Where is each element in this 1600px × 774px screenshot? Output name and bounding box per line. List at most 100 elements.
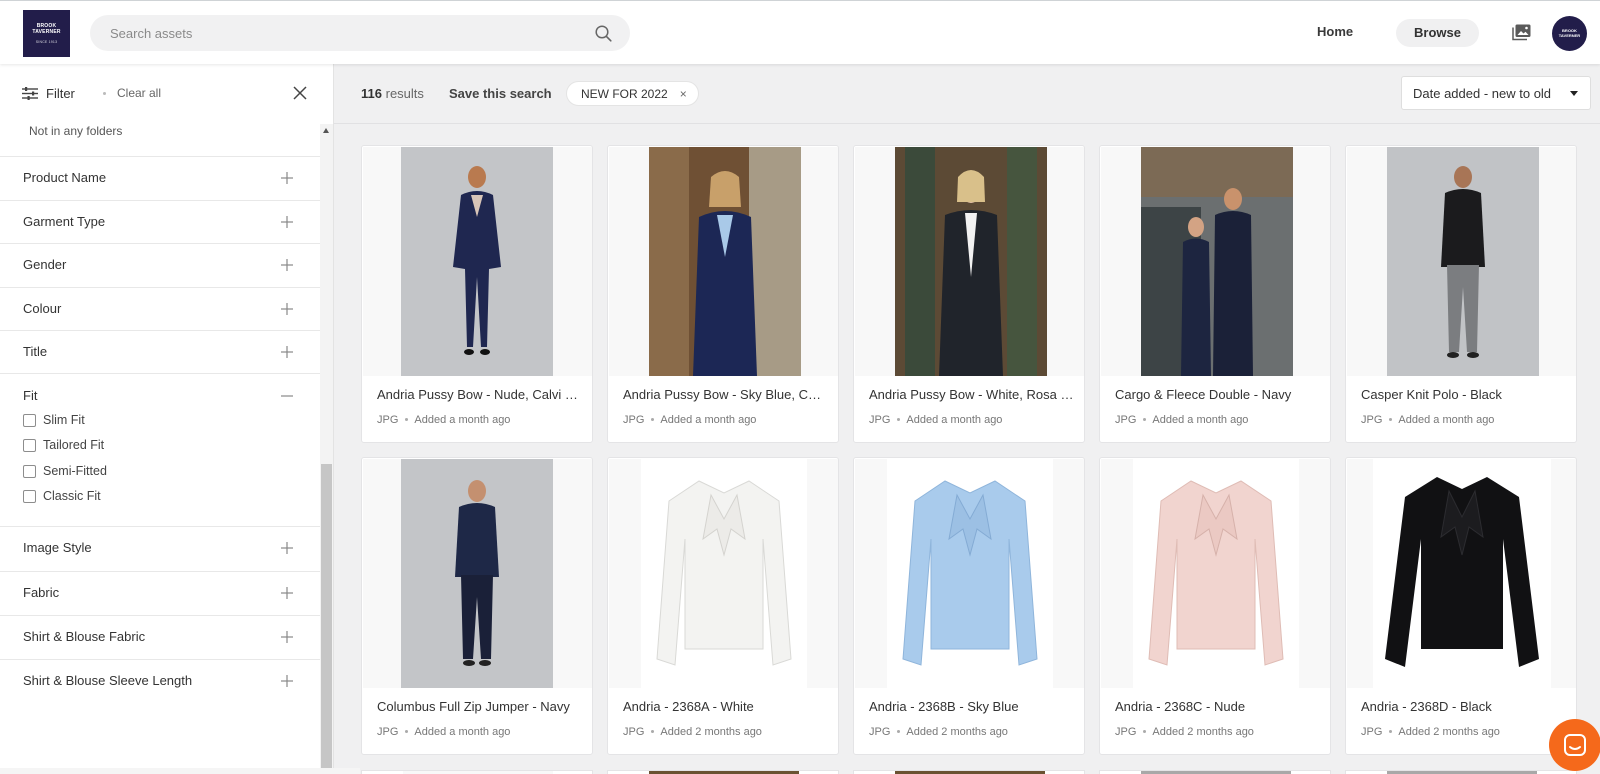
asset-card[interactable]: Andria - 2368C - Nude JPG Added 2 months … [1099,457,1331,755]
scrollbar-thumb[interactable] [321,464,332,774]
asset-thumbnail [363,147,592,376]
asset-added: Added 2 months ago [1152,726,1254,738]
asset-thumbnail [609,147,838,376]
asset-meta: JPG Added a month ago [1115,414,1248,426]
nav-home-link[interactable]: Home [1317,24,1353,39]
asset-meta: JPG Added a month ago [377,414,510,426]
brand-logo[interactable]: BROOK TAVERNER SINCE 1913 [23,10,70,57]
search-icon[interactable] [595,25,612,42]
asset-format: JPG [1361,726,1383,738]
facet-label: Product Name [23,170,107,185]
model-sky-blue-bow-image [649,147,801,376]
checkbox[interactable] [23,439,36,452]
separator-dot [1143,417,1147,421]
asset-card-partial[interactable] [607,770,839,774]
separator-dot [1143,729,1147,733]
facet-colour[interactable]: Colour [0,287,320,331]
asset-added: Added a month ago [1398,414,1495,426]
results-label: results [385,86,424,101]
active-filter-chip[interactable]: NEW FOR 2022 × [566,81,699,106]
asset-card-partial[interactable] [853,770,1085,774]
asset-format: JPG [1115,414,1137,426]
checkbox[interactable] [23,414,36,427]
asset-card[interactable]: Andria - 2368B - Sky Blue JPG Added 2 mon… [853,457,1085,755]
asset-card[interactable]: Casper Knit Polo - Black JPG Added a mont… [1345,145,1577,443]
facet-title[interactable]: Title [0,330,320,374]
asset-card[interactable]: Cargo & Fleece Double - Navy JPG Added a … [1099,145,1331,443]
sidebar-scrollbar[interactable] [320,124,333,774]
facet-product-name[interactable]: Product Name [0,156,320,200]
facet-fabric[interactable]: Fabric [0,571,320,615]
asset-meta: JPG Added 2 months ago [1115,726,1254,738]
blouse-black-image [1373,459,1551,688]
asset-thumbnail [609,459,838,688]
asset-meta: JPG Added a month ago [869,414,1002,426]
search-input[interactable] [110,15,570,51]
gallery-icon[interactable] [1512,24,1531,41]
separator-dot [651,729,655,733]
model-black-polo-image [1387,147,1539,376]
asset-title: Andria - 2368D - Black [1361,699,1492,714]
asset-card-partial[interactable] [1099,770,1331,774]
facet-label: Fit [23,388,38,403]
plus-icon [281,216,293,228]
asset-format: JPG [377,414,399,426]
facet-shirt-blouse-sleeve-length[interactable]: Shirt & Blouse Sleeve Length [0,659,320,703]
asset-meta: JPG Added 2 months ago [623,726,762,738]
asset-card[interactable]: Andria Pussy Bow - Nude, Calvi J... JPG A… [361,145,593,443]
asset-title: Andria - 2368A - White [623,699,754,714]
separator-dot [897,729,901,733]
chip-label: NEW FOR 2022 [581,87,668,101]
filter-header: Filter Clear all [0,64,320,124]
asset-card[interactable]: Columbus Full Zip Jumper - Navy JPG Added… [361,457,593,755]
asset-meta: JPG Added a month ago [377,726,510,738]
asset-added: Added 2 months ago [1398,726,1500,738]
asset-title: Andria - 2368B - Sky Blue [869,699,1019,714]
user-avatar[interactable]: BROOK TAVERNER [1552,16,1587,51]
asset-thumbnail [363,459,592,688]
facet-label: Title [23,344,48,359]
facet-image-style[interactable]: Image Style [0,526,320,570]
clear-all-link[interactable]: Clear all [117,86,161,100]
facet-garment-type[interactable]: Garment Type [0,200,320,244]
asset-card[interactable]: Andria - 2368A - White JPG Added 2 months… [607,457,839,755]
filter-label: Filter [46,86,75,101]
asset-format: JPG [869,726,891,738]
asset-card[interactable]: Andria Pussy Bow - White, Rosa J... JPG A… [853,145,1085,443]
checkbox-label: Tailored Fit [43,438,105,452]
browser-status-bar [0,768,360,774]
scroll-up-arrow-icon[interactable] [323,128,329,133]
asset-added: Added a month ago [1152,414,1249,426]
checkbox[interactable] [23,465,36,478]
separator-dot [405,417,409,421]
checkbox[interactable] [23,490,36,503]
chat-launcher-button[interactable] [1549,719,1600,771]
facet-fit[interactable]: Fit [0,374,320,418]
asset-format: JPG [869,414,891,426]
save-search-button[interactable]: Save this search [449,86,552,101]
logo-subtext: SINCE 1913 [35,40,58,44]
asset-added: Added a month ago [414,414,511,426]
chip-close-icon[interactable]: × [680,82,687,107]
nav-browse-link[interactable]: Browse [1396,19,1479,47]
asset-title: Andria - 2368C - Nude [1115,699,1246,714]
facet-label: Gender [23,257,67,272]
folder-filter-option[interactable]: Not in any folders [29,124,122,138]
asset-card-partial[interactable] [1345,770,1577,774]
close-icon[interactable] [293,86,307,100]
facet-shirt-blouse-fabric[interactable]: Shirt & Blouse Fabric [0,615,320,659]
asset-thumbnail [1347,459,1576,688]
sort-dropdown[interactable]: Date added - new to old [1401,76,1591,110]
plus-icon [281,346,293,358]
facet-label: Shirt & Blouse Sleeve Length [23,673,193,688]
separator-dot [651,417,655,421]
asset-card[interactable]: Andria Pussy Bow - Sky Blue, Cal... JPG A… [607,145,839,443]
checkbox-label: Slim Fit [43,413,85,427]
asset-thumbnail [855,459,1084,688]
separator-dot [1389,417,1393,421]
asset-card[interactable]: Andria - 2368D - Black JPG Added 2 months… [1345,457,1577,755]
facet-gender[interactable]: Gender [0,243,320,287]
asset-added: Added 2 months ago [660,726,762,738]
asset-card-partial[interactable] [361,770,593,774]
model-white-bow-image [895,147,1047,376]
